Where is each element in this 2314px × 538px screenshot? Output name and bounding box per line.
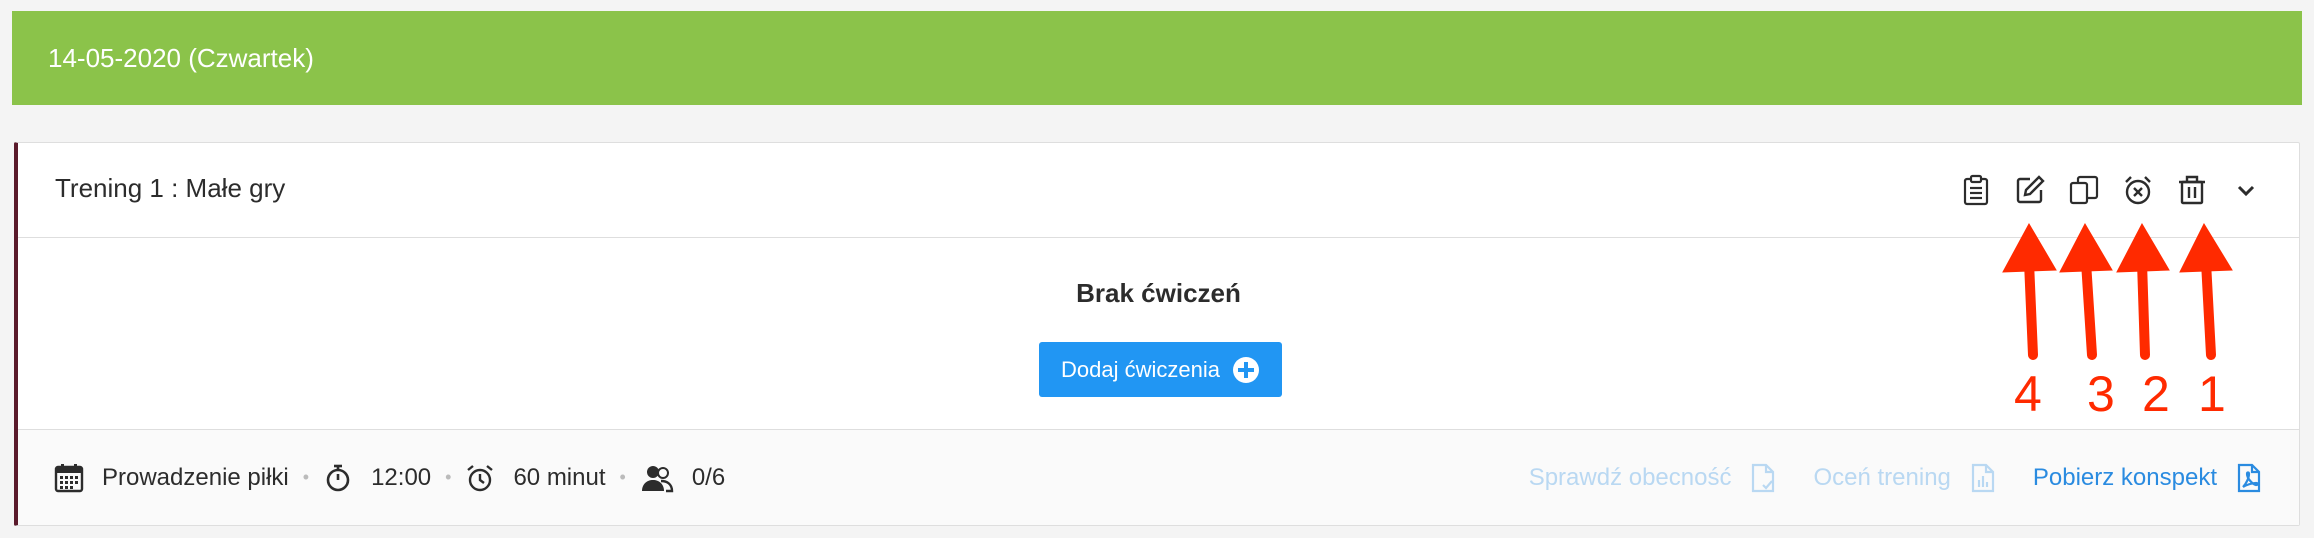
add-exercises-button[interactable]: Dodaj ćwiczenia [1039,342,1282,397]
annotation-number: 4 [2014,366,2042,422]
exercise-list: Brak ćwiczeń Dodaj ćwiczenia [18,238,2299,428]
users-icon [641,465,674,492]
separator-dot: • [445,467,452,487]
date-banner: 14-05-2020 (Czwartek) [12,11,2302,105]
training-footer: Prowadzenie piłki • 12:00 • 60 minut • 0… [18,429,2299,525]
training-header[interactable]: Trening 1 : Małe gry [18,143,2299,238]
annotation-number: 3 [2087,366,2115,422]
annotation-number: 1 [2198,366,2226,422]
clipboard-icon[interactable] [1959,173,1993,207]
document-chart-icon [1971,463,1994,492]
copy-icon[interactable] [2067,173,2101,207]
stopwatch-icon [326,464,350,491]
training-meta: Prowadzenie piłki • 12:00 • 60 minut • 0… [54,430,725,525]
training-card: Trening 1 : Małe gry Brak ćwiczeń Dodaj … [14,142,2300,526]
rate-training-link[interactable]: Oceń trening [1813,463,1996,493]
document-check-icon [1752,463,1775,492]
start-time: 12:00 [371,463,432,491]
date-label: 14-05-2020 (Czwartek) [48,42,314,73]
download-plan-label: Pobierz konspekt [2032,463,2217,491]
alarm-cancel-icon[interactable] [2121,173,2155,207]
alarm-clock-icon [467,464,494,491]
separator-dot: • [302,467,310,487]
rate-training-label: Oceń trening [1813,463,1951,491]
check-attendance-label: Sprawdź obecność [1528,463,1732,491]
edit-icon[interactable] [2013,173,2047,207]
annotation-number: 2 [2142,366,2170,422]
chevron-down-icon[interactable] [2229,173,2263,207]
participants-count: 0/6 [691,463,726,491]
empty-exercises-message: Brak ćwiczeń [1076,278,1241,308]
check-attendance-link[interactable]: Sprawdź obecność [1529,463,1778,493]
calendar-icon [54,463,84,492]
footer-actions: Sprawdź obecność Oceń trening Pobierz ko… [1493,430,2263,525]
plus-circle-icon [1232,356,1259,383]
category-label: Prowadzenie piłki [102,463,289,491]
download-plan-link[interactable]: Pobierz konspekt [2033,463,2263,493]
add-exercises-label: Dodaj ćwiczenia [1061,356,1220,382]
pdf-file-icon [2237,463,2261,492]
trash-icon[interactable] [2175,173,2209,207]
training-title: Trening 1 : Małe gry [55,173,286,203]
duration: 60 minut [513,463,606,491]
separator-dot: • [619,467,626,487]
header-actions [1939,173,2263,207]
